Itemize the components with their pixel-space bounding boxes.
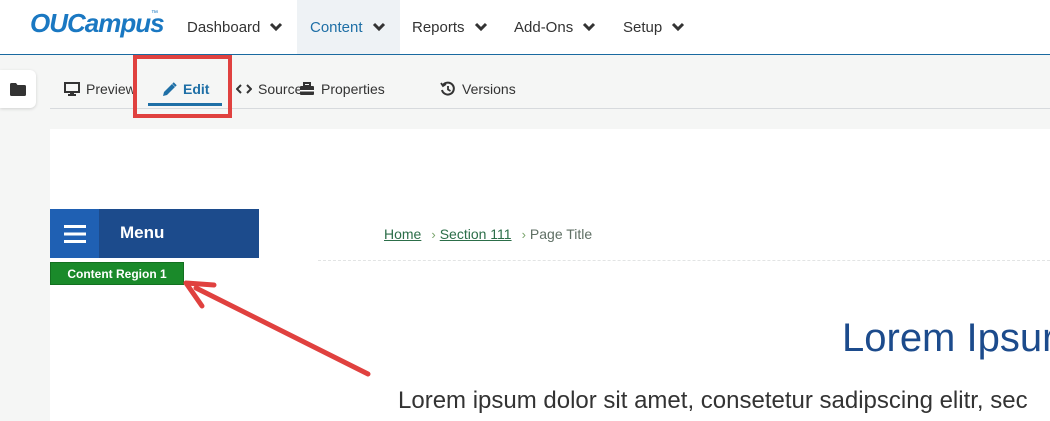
tab-versions[interactable]: Versions (440, 70, 516, 108)
tab-properties-label: Properties (321, 81, 385, 97)
chevron-down-icon (372, 22, 385, 32)
nav-setup[interactable]: Setup (610, 0, 698, 54)
tab-preview[interactable]: Preview (64, 70, 136, 108)
nav-dashboard-label: Dashboard (187, 18, 261, 36)
chevron-down-icon (583, 22, 596, 32)
page-body-text: Lorem ipsum dolor sit amet, consetetur s… (398, 387, 1028, 414)
toolbox-icon (299, 82, 315, 96)
chevron-right-icon: › (431, 226, 436, 242)
page-heading: Lorem Ipsur (842, 316, 1050, 360)
logo-trademark: ™ (151, 10, 158, 17)
breadcrumb-section[interactable]: Section 111 (440, 226, 512, 242)
nav-reports[interactable]: Reports (399, 0, 501, 54)
code-icon (236, 83, 252, 95)
tab-source[interactable]: Source (236, 70, 302, 108)
nav-dashboard[interactable]: Dashboard (174, 0, 296, 54)
chevron-down-icon (474, 22, 487, 32)
logo-text: OUCampus (30, 8, 165, 38)
edit-tab-callout-box (133, 55, 232, 118)
nav-reports-label: Reports (412, 18, 465, 36)
folder-icon (10, 82, 26, 96)
page-edit-canvas (50, 129, 1050, 421)
hamburger-icon (63, 224, 86, 243)
breadcrumb-current: Page Title (529, 226, 593, 242)
nav-add-ons-label: Add-Ons (514, 18, 574, 36)
menu-label: Menu (120, 223, 165, 242)
ou-campus-logo[interactable]: OUCampus ™ (28, 6, 165, 42)
nav-setup-label: Setup (623, 18, 663, 36)
nav-content[interactable]: Content (297, 0, 400, 54)
tab-preview-label: Preview (86, 81, 136, 97)
nav-content-label: Content (310, 18, 363, 36)
site-menu-bar[interactable]: Menu (50, 209, 259, 258)
chevron-down-icon (270, 22, 283, 32)
chevron-right-icon: › (521, 226, 526, 242)
content-divider (318, 260, 1050, 261)
tab-versions-label: Versions (462, 81, 516, 97)
top-navigation-bar: OUCampus ™ Dashboard Content Reports Add… (0, 0, 1050, 55)
hamburger-button[interactable] (50, 209, 99, 258)
breadcrumb: Home › Section 111 › Page Title (384, 226, 592, 242)
nav-add-ons[interactable]: Add-Ons (501, 0, 609, 54)
tab-source-label: Source (258, 81, 303, 97)
chevron-down-icon (672, 22, 685, 32)
file-navigation-toggle[interactable] (0, 70, 36, 108)
content-region-button[interactable]: Content Region 1 (50, 262, 184, 285)
tab-properties[interactable]: Properties (299, 70, 385, 108)
breadcrumb-home[interactable]: Home (384, 226, 421, 242)
monitor-icon (64, 82, 80, 96)
history-icon (440, 81, 456, 97)
